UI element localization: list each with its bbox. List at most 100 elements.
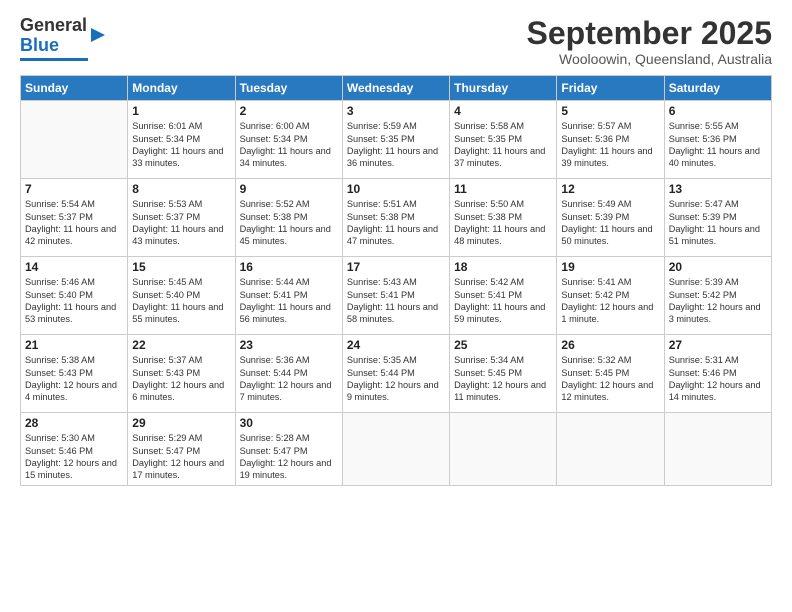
day-header-friday: Friday (557, 76, 664, 101)
location: Wooloowin, Queensland, Australia (527, 51, 772, 67)
calendar-cell: 30Sunrise: 5:28 AM Sunset: 5:47 PM Dayli… (235, 413, 342, 486)
day-number: 12 (561, 182, 659, 196)
cell-sun-info: Sunrise: 5:28 AM Sunset: 5:47 PM Dayligh… (240, 433, 332, 480)
week-row-3: 14 Sunrise: 5:46 AM Sunset: 5:40 PM Dayli… (21, 257, 772, 335)
month-title: September 2025 (527, 16, 772, 51)
cell-sun-info: Sunrise: 5:51 AM Sunset: 5:38 PM Dayligh… (347, 199, 438, 246)
cell-sun-info: Sunrise: 5:37 AM Sunset: 5:43 PM Dayligh… (132, 355, 224, 402)
logo-underline (20, 58, 88, 61)
calendar-cell: 2 Sunrise: 6:00 AM Sunset: 5:34 PM Daylig… (235, 101, 342, 179)
page: General Blue September 2025 Wooloowin, Q… (0, 0, 792, 612)
day-header-monday: Monday (128, 76, 235, 101)
calendar-cell: 19Sunrise: 5:41 AM Sunset: 5:42 PM Dayli… (557, 257, 664, 335)
calendar-cell: 7 Sunrise: 5:54 AM Sunset: 5:37 PM Daylig… (21, 179, 128, 257)
calendar-cell (557, 413, 664, 486)
cell-sun-info: Sunrise: 5:59 AM Sunset: 5:35 PM Dayligh… (347, 121, 438, 168)
calendar-cell: 15 Sunrise: 5:45 AM Sunset: 5:40 PM Dayli… (128, 257, 235, 335)
day-number: 24 (347, 338, 445, 352)
calendar-cell: 20 Sunrise: 5:39 AM Sunset: 5:42 PM Dayli… (664, 257, 771, 335)
cell-sun-info: Sunrise: 5:53 AM Sunset: 5:37 PM Dayligh… (132, 199, 223, 246)
cell-sun-info: Sunrise: 6:01 AM Sunset: 5:34 PM Dayligh… (132, 121, 223, 168)
cell-sun-info: Sunrise: 5:57 AM Sunset: 5:36 PM Dayligh… (561, 121, 652, 168)
day-number: 4 (454, 104, 552, 118)
calendar-cell: 26Sunrise: 5:32 AM Sunset: 5:45 PM Dayli… (557, 335, 664, 413)
calendar-table: SundayMondayTuesdayWednesdayThursdayFrid… (20, 75, 772, 486)
calendar-cell: 4 Sunrise: 5:58 AM Sunset: 5:35 PM Daylig… (450, 101, 557, 179)
day-number: 5 (561, 104, 659, 118)
header: General Blue September 2025 Wooloowin, Q… (20, 16, 772, 67)
day-header-saturday: Saturday (664, 76, 771, 101)
cell-sun-info: Sunrise: 5:55 AM Sunset: 5:36 PM Dayligh… (669, 121, 760, 168)
day-number: 27 (669, 338, 767, 352)
day-number: 20 (669, 260, 767, 274)
calendar-cell: 17 Sunrise: 5:43 AM Sunset: 5:41 PM Dayli… (342, 257, 449, 335)
calendar-cell (664, 413, 771, 486)
cell-sun-info: Sunrise: 5:39 AM Sunset: 5:42 PM Dayligh… (669, 277, 761, 324)
day-number: 22 (132, 338, 230, 352)
calendar-cell: 24 Sunrise: 5:35 AM Sunset: 5:44 PM Dayli… (342, 335, 449, 413)
week-row-5: 28 Sunrise: 5:30 AM Sunset: 5:46 PM Dayli… (21, 413, 772, 486)
cell-sun-info: Sunrise: 5:31 AM Sunset: 5:46 PM Dayligh… (669, 355, 761, 402)
week-row-1: 1Sunrise: 6:01 AM Sunset: 5:34 PM Daylig… (21, 101, 772, 179)
calendar-cell: 18 Sunrise: 5:42 AM Sunset: 5:41 PM Dayli… (450, 257, 557, 335)
calendar-cell: 16 Sunrise: 5:44 AM Sunset: 5:41 PM Dayli… (235, 257, 342, 335)
cell-sun-info: Sunrise: 5:54 AM Sunset: 5:37 PM Dayligh… (25, 199, 116, 246)
days-header-row: SundayMondayTuesdayWednesdayThursdayFrid… (21, 76, 772, 101)
cell-sun-info: Sunrise: 5:46 AM Sunset: 5:40 PM Dayligh… (25, 277, 116, 324)
calendar-cell (450, 413, 557, 486)
day-number: 6 (669, 104, 767, 118)
day-number: 21 (25, 338, 123, 352)
calendar-cell: 28 Sunrise: 5:30 AM Sunset: 5:46 PM Dayli… (21, 413, 128, 486)
calendar-cell: 1Sunrise: 6:01 AM Sunset: 5:34 PM Daylig… (128, 101, 235, 179)
calendar-cell: 10Sunrise: 5:51 AM Sunset: 5:38 PM Dayli… (342, 179, 449, 257)
day-number: 3 (347, 104, 445, 118)
cell-sun-info: Sunrise: 5:45 AM Sunset: 5:40 PM Dayligh… (132, 277, 223, 324)
calendar-cell: 27 Sunrise: 5:31 AM Sunset: 5:46 PM Dayli… (664, 335, 771, 413)
calendar-cell: 22 Sunrise: 5:37 AM Sunset: 5:43 PM Dayli… (128, 335, 235, 413)
day-number: 18 (454, 260, 552, 274)
cell-sun-info: Sunrise: 5:30 AM Sunset: 5:46 PM Dayligh… (25, 433, 117, 480)
cell-sun-info: Sunrise: 5:43 AM Sunset: 5:41 PM Dayligh… (347, 277, 438, 324)
calendar-cell (21, 101, 128, 179)
calendar-cell: 8 Sunrise: 5:53 AM Sunset: 5:37 PM Daylig… (128, 179, 235, 257)
day-number: 2 (240, 104, 338, 118)
calendar-cell: 25 Sunrise: 5:34 AM Sunset: 5:45 PM Dayli… (450, 335, 557, 413)
day-header-wednesday: Wednesday (342, 76, 449, 101)
cell-sun-info: Sunrise: 5:52 AM Sunset: 5:38 PM Dayligh… (240, 199, 331, 246)
calendar-cell: 14 Sunrise: 5:46 AM Sunset: 5:40 PM Dayli… (21, 257, 128, 335)
day-number: 15 (132, 260, 230, 274)
day-number: 8 (132, 182, 230, 196)
day-number: 16 (240, 260, 338, 274)
calendar-cell: 11Sunrise: 5:50 AM Sunset: 5:38 PM Dayli… (450, 179, 557, 257)
cell-sun-info: Sunrise: 5:34 AM Sunset: 5:45 PM Dayligh… (454, 355, 546, 402)
cell-sun-info: Sunrise: 5:32 AM Sunset: 5:45 PM Dayligh… (561, 355, 653, 402)
day-number: 25 (454, 338, 552, 352)
calendar-cell: 23Sunrise: 5:36 AM Sunset: 5:44 PM Dayli… (235, 335, 342, 413)
calendar-cell: 12Sunrise: 5:49 AM Sunset: 5:39 PM Dayli… (557, 179, 664, 257)
logo-blue: Blue (20, 35, 59, 55)
week-row-4: 21Sunrise: 5:38 AM Sunset: 5:43 PM Dayli… (21, 335, 772, 413)
calendar-cell: 13Sunrise: 5:47 AM Sunset: 5:39 PM Dayli… (664, 179, 771, 257)
day-number: 13 (669, 182, 767, 196)
calendar-cell: 21Sunrise: 5:38 AM Sunset: 5:43 PM Dayli… (21, 335, 128, 413)
day-number: 28 (25, 416, 123, 430)
title-block: September 2025 Wooloowin, Queensland, Au… (527, 16, 772, 67)
calendar-cell: 3 Sunrise: 5:59 AM Sunset: 5:35 PM Daylig… (342, 101, 449, 179)
day-number: 9 (240, 182, 338, 196)
cell-sun-info: Sunrise: 5:58 AM Sunset: 5:35 PM Dayligh… (454, 121, 545, 168)
day-number: 29 (132, 416, 230, 430)
cell-sun-info: Sunrise: 5:35 AM Sunset: 5:44 PM Dayligh… (347, 355, 439, 402)
cell-sun-info: Sunrise: 5:44 AM Sunset: 5:41 PM Dayligh… (240, 277, 331, 324)
calendar-cell: 6 Sunrise: 5:55 AM Sunset: 5:36 PM Daylig… (664, 101, 771, 179)
day-number: 17 (347, 260, 445, 274)
cell-sun-info: Sunrise: 5:42 AM Sunset: 5:41 PM Dayligh… (454, 277, 545, 324)
calendar-cell: 29Sunrise: 5:29 AM Sunset: 5:47 PM Dayli… (128, 413, 235, 486)
day-header-sunday: Sunday (21, 76, 128, 101)
calendar-cell (342, 413, 449, 486)
cell-sun-info: Sunrise: 6:00 AM Sunset: 5:34 PM Dayligh… (240, 121, 331, 168)
week-row-2: 7 Sunrise: 5:54 AM Sunset: 5:37 PM Daylig… (21, 179, 772, 257)
cell-sun-info: Sunrise: 5:36 AM Sunset: 5:44 PM Dayligh… (240, 355, 332, 402)
day-number: 7 (25, 182, 123, 196)
day-number: 14 (25, 260, 123, 274)
calendar-cell: 9 Sunrise: 5:52 AM Sunset: 5:38 PM Daylig… (235, 179, 342, 257)
